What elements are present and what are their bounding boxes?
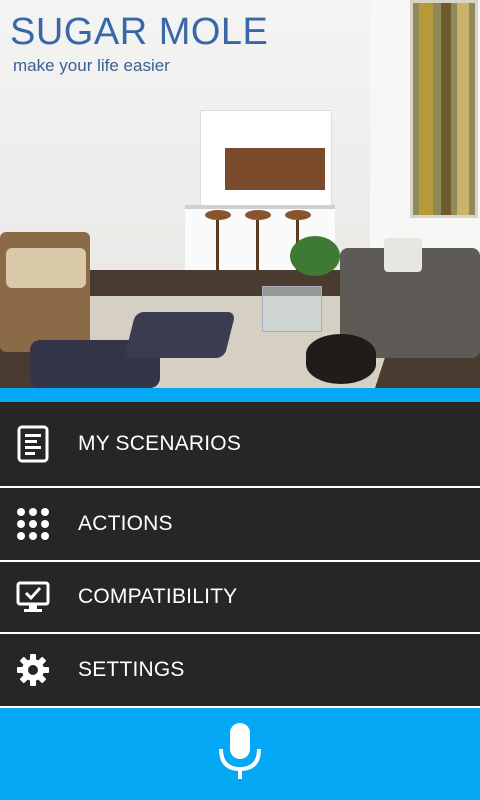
- document-list-icon: [16, 425, 50, 463]
- hero-image: SUGAR MOLE make your life easier: [0, 0, 480, 388]
- monitor-check-icon: [16, 580, 50, 614]
- menu-item-compatibility[interactable]: COMPATIBILITY: [0, 562, 480, 632]
- menu-item-actions[interactable]: ACTIONS: [0, 488, 480, 560]
- app-tagline: make your life easier: [13, 56, 170, 75]
- kitchen-cabinet: [225, 148, 325, 190]
- sofa-left: [0, 232, 90, 352]
- menu-item-my-scenarios[interactable]: MY SCENARIOS: [0, 402, 480, 486]
- plant: [290, 236, 340, 276]
- menu-item-label: COMPATIBILITY: [78, 585, 238, 608]
- lounge-chair: [124, 312, 236, 358]
- grid-icon: [16, 507, 50, 541]
- gear-icon: [16, 653, 50, 687]
- painting: [410, 0, 478, 218]
- voice-command-button[interactable]: [0, 708, 480, 800]
- accent-strip: [0, 388, 480, 402]
- menu-item-settings[interactable]: SETTINGS: [0, 634, 480, 706]
- brand: SUGAR MOLE make your life easier: [10, 10, 268, 76]
- microphone-icon: [215, 721, 265, 788]
- menu-item-label: ACTIONS: [78, 512, 173, 535]
- main-menu: MY SCENARIOS ACTIONS COMPATIBILITY SETTI…: [0, 402, 480, 706]
- menu-item-label: MY SCENARIOS: [78, 432, 242, 455]
- round-table: [306, 334, 376, 384]
- glass-table: [262, 286, 322, 332]
- menu-item-label: SETTINGS: [78, 658, 185, 681]
- app-title: SUGAR MOLE: [10, 11, 269, 53]
